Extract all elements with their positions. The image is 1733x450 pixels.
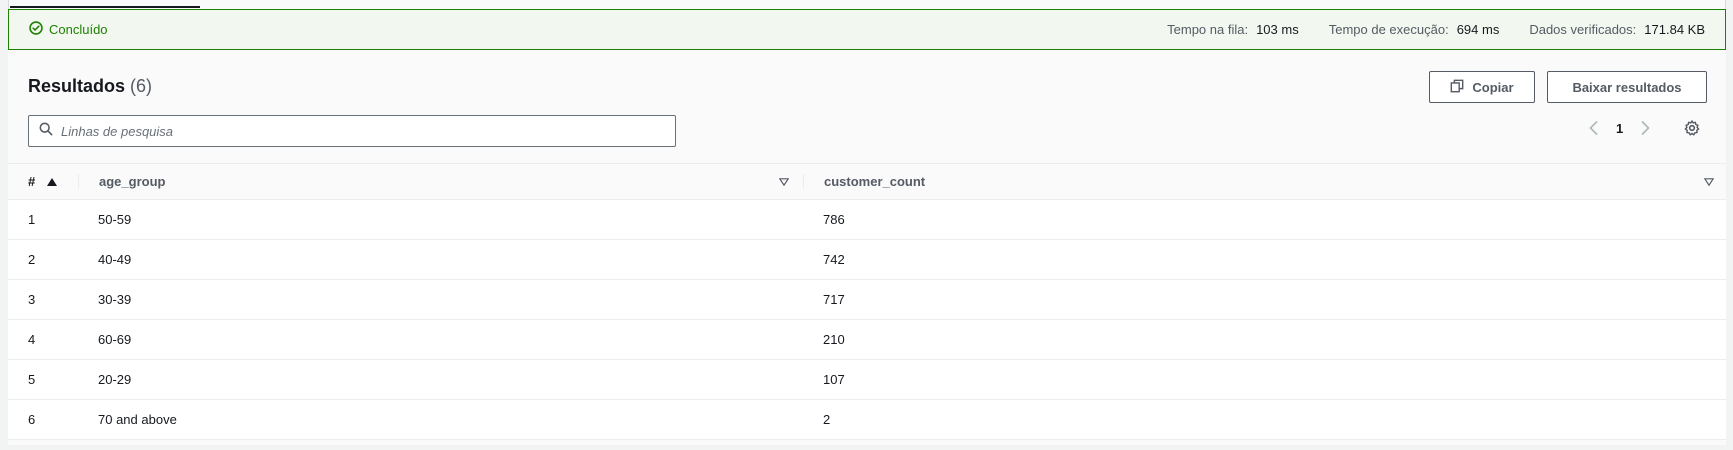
column-header-customer-count[interactable]: customer_count [803,174,1726,189]
metric-queue-time: Tempo na fila: 103 ms [1167,22,1299,37]
table-row: 5 20-29 107 [8,360,1726,400]
status-label: Concluído [49,22,108,37]
table-row: 3 30-39 717 [8,280,1726,320]
active-tab-indicator [10,0,200,8]
metric-data-scanned: Dados verificados: 171.84 KB [1529,22,1705,37]
chevron-right-icon[interactable] [1639,120,1651,136]
status-bar: Concluído Tempo na fila: 103 ms Tempo de… [8,9,1726,50]
column-header-index[interactable]: # [8,174,78,189]
results-table: # age_group customer_count 1 50-59 786 2… [8,163,1726,440]
table-header: # age_group customer_count [8,163,1726,200]
search-input[interactable] [61,123,641,139]
table-row: 2 40-49 742 [8,240,1726,280]
results-title: Resultados [28,76,126,96]
status-metrics: Tempo na fila: 103 ms Tempo de execução:… [1167,22,1705,37]
filter-icon[interactable] [1703,174,1715,189]
copy-icon [1450,79,1464,96]
copy-button[interactable]: Copiar [1429,71,1535,103]
page-number[interactable]: 1 [1616,121,1623,136]
filter-icon[interactable] [778,174,790,189]
results-count: (6) [130,76,153,96]
table-row: 6 70 and above 2 [8,400,1726,440]
table-row: 1 50-59 786 [8,200,1726,240]
column-header-age-group[interactable]: age_group [78,174,803,189]
table-row: 4 60-69 210 [8,320,1726,360]
results-panel: Resultados(6) Copiar Baixar resultados 1… [8,50,1726,445]
results-header: Resultados (6) [28,76,152,97]
search-icon [39,122,53,141]
metric-execution-time: Tempo de execução: 694 ms [1328,22,1500,37]
chevron-left-icon[interactable] [1588,120,1600,136]
download-results-button[interactable]: Baixar resultados [1547,71,1707,103]
status-completed: Concluído [29,21,108,38]
check-circle-icon [29,21,43,38]
sort-ascending-icon[interactable] [47,174,58,189]
search-box[interactable] [28,115,676,147]
settings-icon[interactable] [1684,120,1700,141]
pagination: 1 [1588,120,1651,136]
